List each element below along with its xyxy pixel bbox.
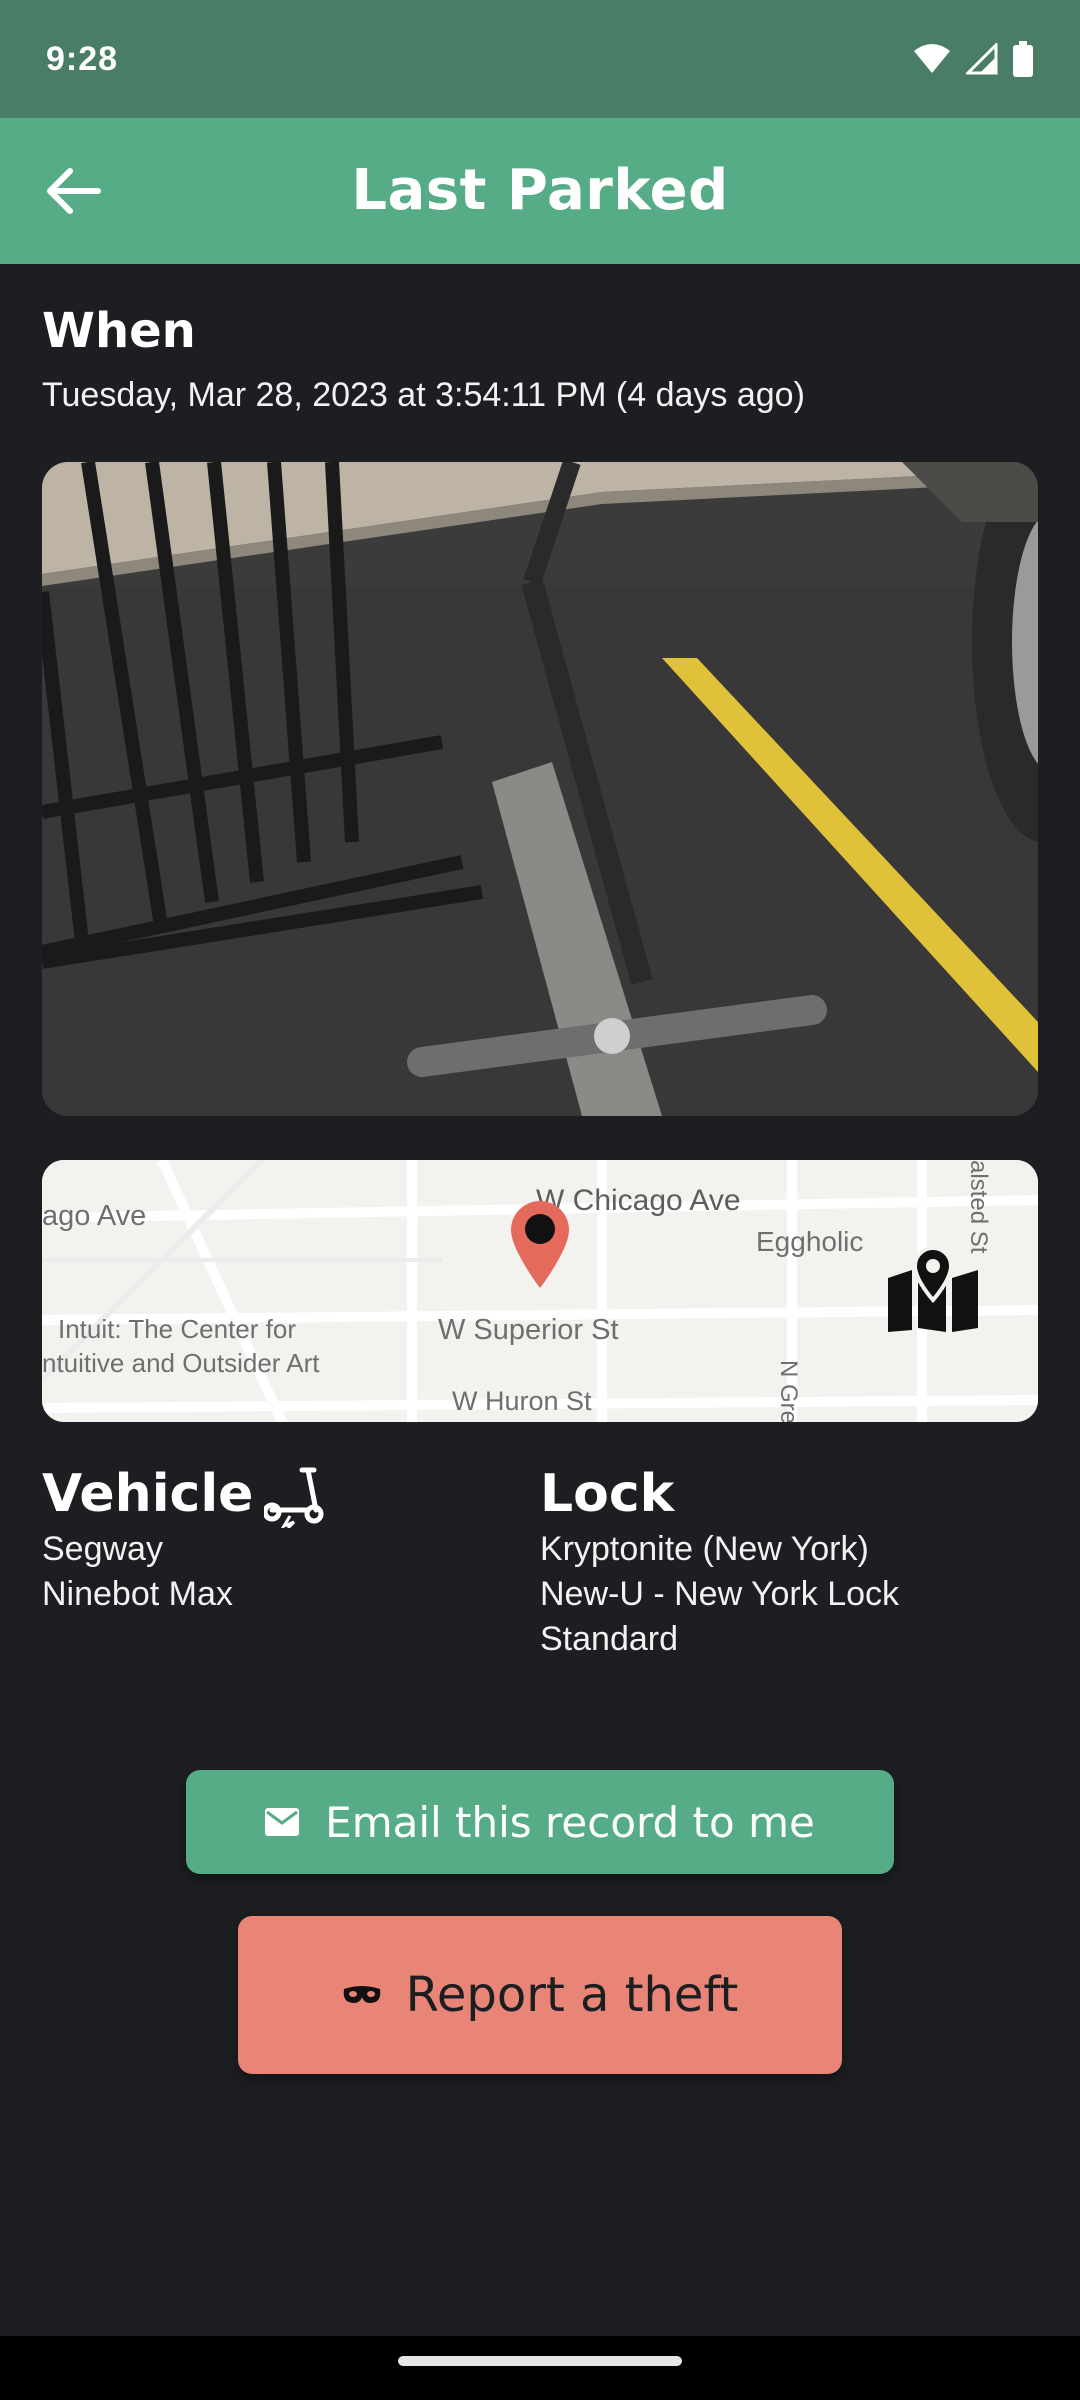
cell-signal-icon [966,43,998,75]
map-label-eggholic: Eggholic [756,1226,864,1257]
lock-heading: Lock [540,1464,675,1524]
home-indicator[interactable] [398,2356,682,2366]
status-icons [912,41,1034,77]
email-record-button[interactable]: Email this record to me [186,1770,894,1874]
report-theft-label: Report a theft [405,1967,739,2023]
app-bar: Last Parked [0,118,1080,264]
parked-timestamp: Tuesday, Mar 28, 2023 at 3:54:11 PM (4 d… [42,376,805,414]
status-time: 9:28 [46,39,119,78]
scooter-photo-image [42,462,1038,1116]
wifi-icon [914,44,950,73]
lock-type: Standard [540,1620,678,1658]
lock-model: New-U - New York Lock [540,1575,900,1613]
report-theft-button[interactable]: Report a theft [238,1916,842,2074]
envelope-icon [265,1808,300,1836]
location-map[interactable]: W Chicago Ave ago Ave Eggholic Intuit: T… [42,1160,1038,1422]
map-label-green: N Green St [775,1360,802,1422]
map-label-halsted: alsted St [965,1160,992,1254]
map-label-ago: ago Ave [42,1200,147,1232]
status-bar: 9:28 [0,0,1080,118]
parked-photo[interactable] [42,462,1038,1116]
folded-map-icon [888,1245,978,1332]
vehicle-heading: Vehicle [42,1464,254,1524]
lock-brand: Kryptonite (New York) [540,1530,869,1568]
arrow-left-icon [47,168,101,214]
system-nav-bar [0,2336,1080,2400]
vehicle-make: Segway [42,1530,163,1568]
scooter-icon [264,1467,324,1528]
mask-icon [343,1986,380,2003]
map-label-superior: W Superior St [438,1314,619,1346]
map-label-huron: W Huron St [452,1386,592,1416]
map-pin-icon [511,1201,569,1288]
email-record-label: Email this record to me [325,1797,815,1847]
page-title: Last Parked [351,158,729,223]
when-heading: When [42,303,196,359]
open-map-button[interactable] [886,1245,980,1332]
vehicle-model: Ninebot Max [42,1575,233,1613]
battery-icon [1013,41,1033,77]
map-label-intuit-2: ntuitive and Outsider Art [42,1348,320,1378]
back-button[interactable] [40,158,106,224]
map-label-intuit-1: Intuit: The Center for [58,1314,296,1344]
